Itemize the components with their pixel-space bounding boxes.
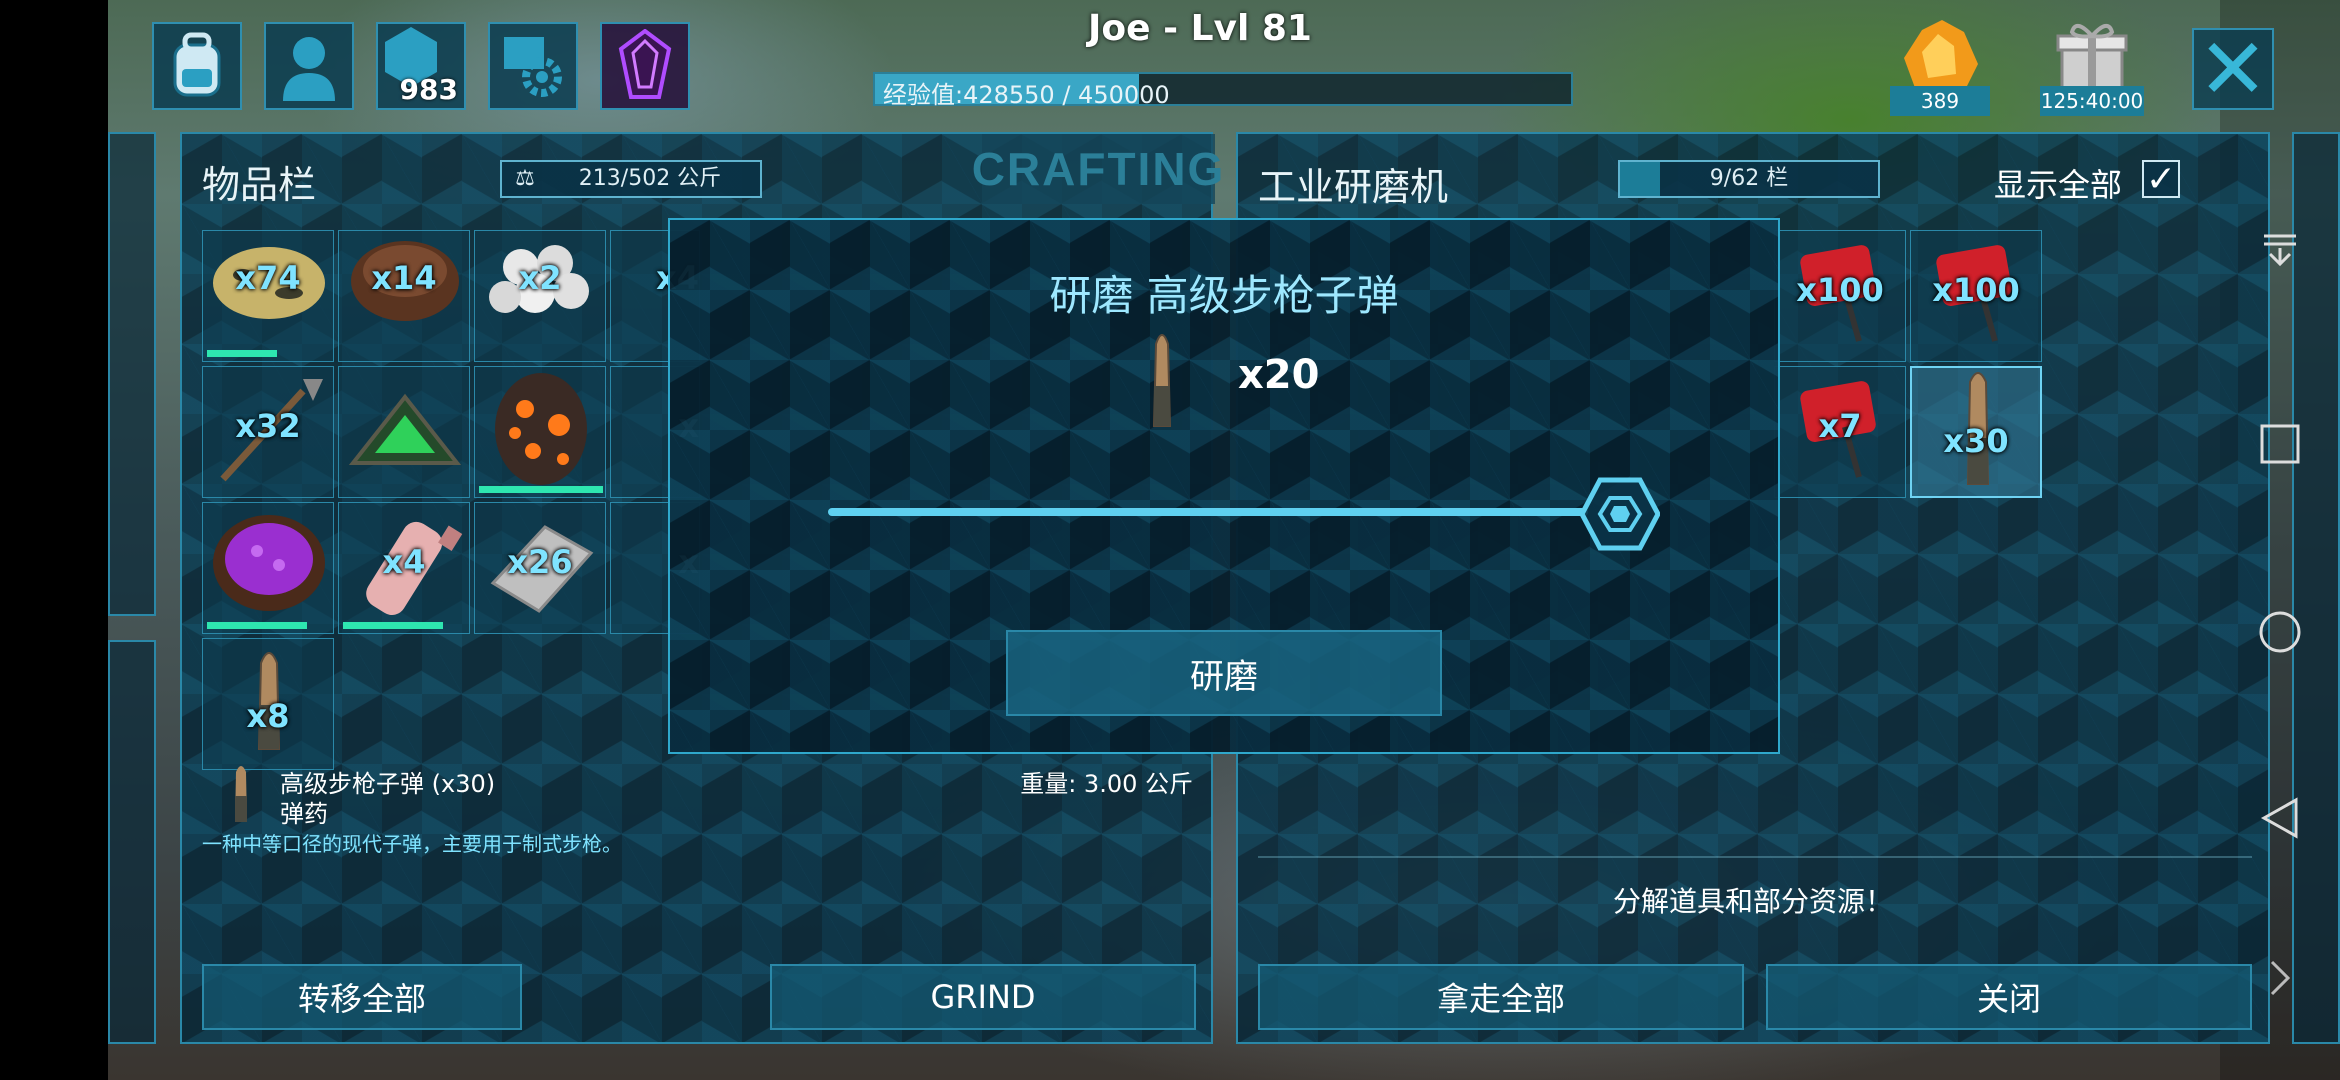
- character-tab-button[interactable]: [264, 22, 354, 110]
- book-gear-icon: [504, 37, 562, 97]
- show-all-label: 显示全部: [1994, 166, 2123, 204]
- person-icon: [283, 37, 335, 101]
- settings-tab-button[interactable]: [488, 22, 578, 110]
- selected-item-weight: 重量: 3.00 公斤: [1020, 770, 1193, 798]
- close-inventory-button[interactable]: ✕: [2192, 20, 2274, 118]
- slot-durability-bar: [207, 622, 307, 629]
- transfer-all-button[interactable]: 转移全部: [202, 964, 522, 1030]
- nav-back-icon[interactable]: [2258, 796, 2302, 840]
- inventory-slot-egg[interactable]: [474, 366, 606, 498]
- engrams-tab-button[interactable]: 983: [376, 22, 466, 110]
- engram-points-count: 983: [399, 73, 458, 106]
- inventory-slot-ingot[interactable]: x26: [474, 502, 606, 634]
- inventory-slot-bullet[interactable]: x8: [202, 638, 334, 770]
- quantity-slider-track[interactable]: [828, 508, 1588, 516]
- purple-berries-bowl-icon: [213, 515, 325, 611]
- slot-quantity: x32: [235, 407, 301, 445]
- slot-quantity: x30: [1943, 422, 2009, 460]
- tek-tab-button[interactable]: [600, 22, 690, 110]
- selected-item-description: 一种中等口径的现代子弹，主要用于制式步枪。: [202, 832, 622, 856]
- gift-timer: 125:40:00: [2040, 86, 2144, 116]
- ore-item-icon: [213, 247, 325, 319]
- dismantle-hint: 分解道具和部分资源！: [1612, 885, 1893, 918]
- show-all-checkbox[interactable]: ✓: [2142, 160, 2180, 198]
- element-count: 389: [1890, 86, 1990, 116]
- backpack-icon: [173, 32, 221, 97]
- bowl-item-icon: [351, 241, 459, 321]
- selected-item-bullet-icon: [235, 766, 247, 822]
- crystal-icon: [618, 29, 672, 99]
- weight-text: 213/502 公斤: [578, 166, 722, 191]
- inventory-weight: ⚖ 213/502 公斤: [500, 160, 762, 198]
- green-triangle-item-icon: [348, 393, 462, 465]
- inventory-slot-bottle[interactable]: x4: [338, 502, 470, 634]
- slot-durability-bar: [479, 486, 603, 493]
- pearls-item-icon: [489, 245, 589, 313]
- dialog-grind-button[interactable]: 研磨: [1006, 630, 1442, 716]
- inventory-slot-ore[interactable]: x74: [202, 230, 334, 362]
- dialog-bullet-icon: [1152, 334, 1172, 427]
- weight-icon: ⚖: [515, 166, 535, 191]
- nav-recents-icon[interactable]: [2258, 422, 2302, 466]
- inventory-title: 物品栏: [202, 163, 317, 207]
- divider: [1258, 856, 2252, 858]
- left-offscreen-panel: [108, 132, 156, 616]
- inventory-slot-bowl[interactable]: x14: [338, 230, 470, 362]
- grind-button[interactable]: GRIND: [770, 964, 1196, 1030]
- slot-quantity: x26: [507, 543, 573, 581]
- nav-expand-icon[interactable]: [2258, 956, 2302, 1000]
- crafting-tab[interactable]: CRAFTING: [972, 134, 1223, 204]
- inventory-slot-pearls[interactable]: x2: [474, 230, 606, 362]
- xp-bar: 经验值:428550 / 450000: [873, 72, 1573, 109]
- grinder-slot-red-3[interactable]: x7: [1774, 366, 1906, 498]
- grinder-slot-red-2[interactable]: x100: [1910, 230, 2042, 362]
- slot-quantity: x2: [518, 259, 562, 297]
- nav-home-icon[interactable]: [2258, 610, 2302, 654]
- slot-durability-bar: [343, 622, 443, 629]
- slot-quantity: x100: [1932, 271, 2020, 309]
- inventory-slot-spear[interactable]: x32: [202, 366, 334, 498]
- take-all-button[interactable]: 拿走全部: [1258, 964, 1744, 1030]
- grinder-slot-red-1[interactable]: x100: [1774, 230, 1906, 362]
- nav-menu-icon[interactable]: [2258, 230, 2302, 274]
- slot-quantity: x100: [1796, 271, 1884, 309]
- close-button[interactable]: 关闭: [1766, 964, 2252, 1030]
- slot-quantity: x4: [382, 543, 426, 581]
- grinder-slot-bullet-selected[interactable]: x30: [1910, 366, 2042, 498]
- close-icon: ✕: [2197, 20, 2269, 118]
- selected-item-category: 弹药: [280, 800, 328, 828]
- dialog-title: 研磨 高级步枪子弹: [1049, 271, 1399, 320]
- xp-text: 经验值:428550 / 450000: [883, 81, 1170, 109]
- left-offscreen-panel-lower: [108, 640, 156, 1044]
- slot-quantity: x74: [235, 259, 301, 297]
- grinder-slots-text: 9/62 栏: [1709, 166, 1789, 191]
- inventory-slot-purple-bowl[interactable]: [202, 502, 334, 634]
- egg-item-icon: [495, 373, 587, 485]
- grinder-title: 工业研磨机: [1258, 165, 1449, 209]
- inventory-slot-triangle[interactable]: [338, 366, 470, 498]
- slots-fill: [1620, 162, 1660, 196]
- dialog-quantity: x20: [1238, 352, 1320, 398]
- grinder-slots-box: 9/62 栏: [1618, 160, 1880, 198]
- slot-quantity: x8: [246, 697, 290, 735]
- left-letterbox: [0, 0, 108, 1080]
- slot-durability-bar: [207, 350, 277, 357]
- quantity-slider-handle[interactable]: [1580, 476, 1660, 552]
- slot-quantity: x7: [1818, 407, 1862, 445]
- inventory-tab-button[interactable]: [152, 22, 242, 110]
- player-name-level: Joe - Lvl 81: [1088, 8, 1312, 49]
- slot-quantity: x14: [371, 259, 437, 297]
